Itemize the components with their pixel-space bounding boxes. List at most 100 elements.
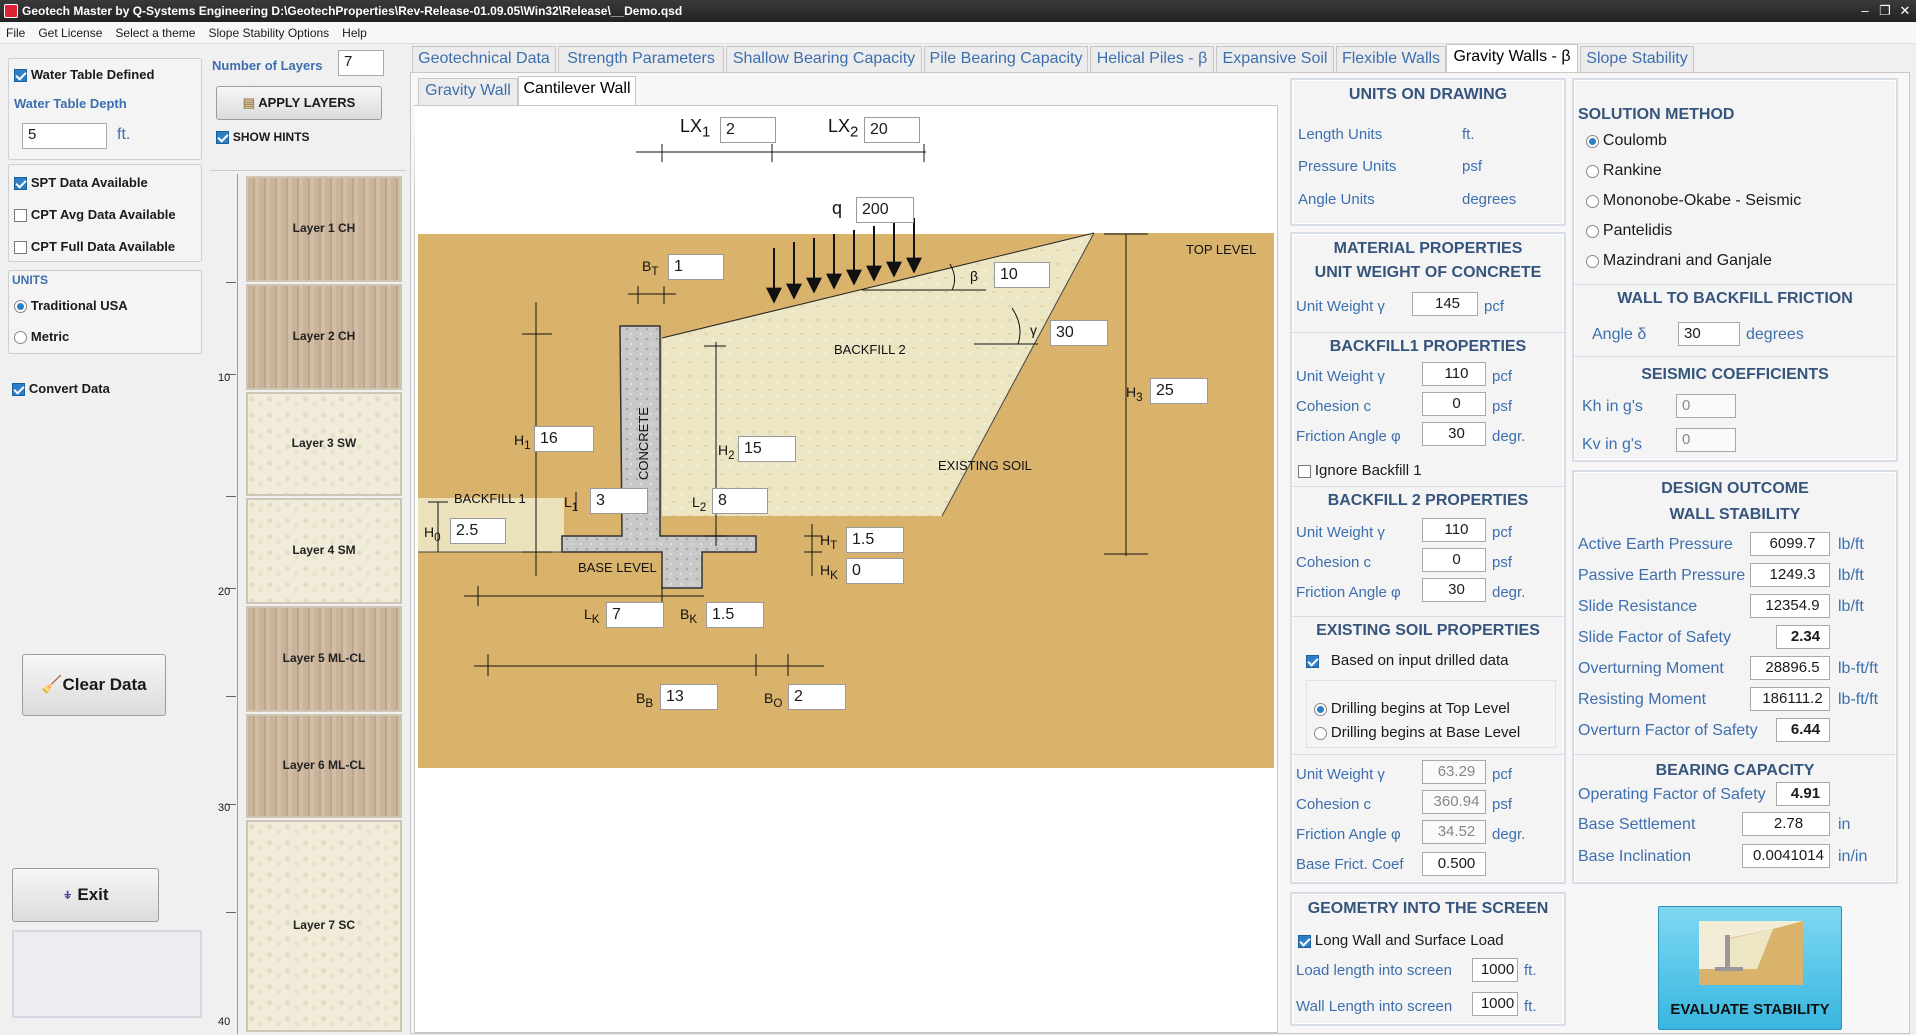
subtab-cantilever-wall[interactable]: Cantilever Wall — [518, 76, 636, 106]
tab-helical-piles[interactable]: Helical Piles - β — [1090, 46, 1214, 72]
bt-input[interactable]: 1 — [668, 254, 724, 280]
l2-input[interactable]: 8 — [712, 488, 768, 514]
show-hints-checkbox[interactable]: SHOW HINTS — [216, 128, 310, 144]
beta-input[interactable]: 10 — [994, 262, 1050, 288]
cpt-full-checkbox[interactable]: CPT Full Data Available — [14, 238, 175, 254]
concrete-unit-weight-input[interactable]: 145 — [1412, 292, 1478, 316]
units-usa-radio[interactable]: Traditional USA — [14, 297, 128, 313]
water-table-depth-input[interactable]: 5 — [22, 123, 107, 149]
minimize-icon[interactable]: – — [1856, 2, 1874, 20]
checkbox-icon — [14, 208, 27, 222]
layer-block[interactable]: Layer 2 CH — [246, 284, 402, 390]
tab-slope-stability[interactable]: Slope Stability — [1580, 46, 1694, 72]
layer-block[interactable]: Layer 5 ML-CL — [246, 606, 402, 712]
ht-text: H — [820, 532, 831, 548]
tab-geotechnical-data[interactable]: Geotechnical Data — [412, 46, 556, 72]
wall-length-input[interactable]: 1000 — [1472, 992, 1518, 1016]
wall-friction-title: WALL TO BACKFILL FRICTION — [1617, 290, 1853, 307]
layer-block[interactable]: Layer 1 CH — [246, 176, 402, 282]
method-coulomb-radio[interactable]: Coulomb — [1586, 132, 1667, 150]
h0-input[interactable]: 2.5 — [450, 518, 506, 544]
l1-input[interactable]: 3 — [590, 488, 648, 514]
h3-input[interactable]: 25 — [1150, 378, 1208, 404]
units-metric-radio[interactable]: Metric — [14, 328, 69, 344]
divider — [1292, 616, 1564, 617]
layer-block[interactable]: Layer 7 SC — [246, 820, 402, 1032]
subtab-gravity-wall[interactable]: Gravity Wall — [418, 78, 518, 105]
clear-data-button[interactable]: 🧹Clear Data — [22, 654, 166, 716]
ex-cohesion-input[interactable]: 360.94 — [1422, 790, 1486, 814]
delta-angle-input[interactable]: 30 — [1678, 322, 1740, 346]
checkbox-icon — [12, 382, 25, 396]
method-mononobe-radio[interactable]: Mononobe-Okabe - Seismic — [1586, 192, 1801, 210]
drilling-top-radio[interactable]: Drilling begins at Top Level — [1314, 700, 1510, 717]
lx2-input[interactable]: 20 — [864, 117, 920, 143]
slide-fos-value: 2.34 — [1776, 625, 1830, 649]
bf1-unit-weight-input[interactable]: 110 — [1422, 362, 1486, 386]
kh-input[interactable]: 0 — [1676, 394, 1736, 418]
bf2-cohesion-input[interactable]: 0 — [1422, 548, 1486, 572]
menu-select-theme[interactable]: Select a theme — [109, 22, 202, 40]
bo-input[interactable]: 2 — [788, 684, 846, 710]
water-table-checkbox[interactable]: Water Table Defined — [14, 66, 154, 82]
load-length-label: Load length into screen — [1296, 962, 1452, 979]
h1-input[interactable]: 16 — [534, 426, 594, 452]
exit-button[interactable]: ⍖ Exit — [12, 868, 159, 922]
hk-input[interactable]: 0 — [846, 558, 904, 584]
layer-block[interactable]: Layer 6 ML-CL — [246, 714, 402, 818]
tab-expansive-soil[interactable]: Expansive Soil — [1216, 46, 1334, 72]
h3-text: H — [1126, 384, 1137, 400]
drilling-base-radio[interactable]: Drilling begins at Base Level — [1314, 724, 1520, 741]
gamma-input[interactable]: 30 — [1050, 320, 1108, 346]
close-icon[interactable]: ✕ — [1896, 2, 1914, 20]
menu-get-license[interactable]: Get License — [32, 22, 109, 40]
bf2-unit-weight-input[interactable]: 110 — [1422, 518, 1486, 542]
ht-input[interactable]: 1.5 — [846, 527, 904, 553]
q-input[interactable]: 200 — [856, 197, 914, 223]
tab-flexible-walls[interactable]: Flexible Walls — [1336, 46, 1446, 72]
base-level-label: BASE LEVEL — [578, 560, 657, 575]
method-pantelidis-radio[interactable]: Pantelidis — [1586, 222, 1672, 240]
cpt-avg-checkbox[interactable]: CPT Avg Data Available — [14, 206, 176, 222]
tab-pile-bearing[interactable]: Pile Bearing Capacity — [924, 46, 1088, 72]
lk-input[interactable]: 7 — [606, 602, 664, 628]
kv-input[interactable]: 0 — [1676, 428, 1736, 452]
apply-layers-button[interactable]: ▤ APPLY LAYERS — [216, 86, 382, 120]
ignore-backfill1-checkbox[interactable]: Ignore Backfill 1 — [1298, 462, 1422, 479]
method-mazindrani-radio[interactable]: Mazindrani and Ganjale — [1586, 252, 1772, 270]
bf1-friction-input[interactable]: 30 — [1422, 422, 1486, 446]
method-rankine-radio[interactable]: Rankine — [1586, 162, 1662, 180]
number-of-layers-input[interactable]: 7 — [338, 50, 384, 76]
based-on-drilled-checkbox[interactable]: Based on input drilled data — [1306, 652, 1509, 669]
menu-slope-options[interactable]: Slope Stability Options — [202, 22, 336, 40]
layer-block[interactable]: Layer 4 SM — [246, 498, 402, 604]
bb-input[interactable]: 13 — [660, 684, 718, 710]
tab-strength-parameters[interactable]: Strength Parameters — [558, 46, 724, 72]
tab-shallow-bearing[interactable]: Shallow Bearing Capacity — [726, 46, 922, 72]
ex-unit-weight-input[interactable]: 63.29 — [1422, 760, 1486, 784]
restore-icon[interactable]: ❐ — [1876, 2, 1894, 20]
bf2-friction-input[interactable]: 30 — [1422, 578, 1486, 602]
base-friction-input[interactable]: 0.500 — [1422, 852, 1486, 876]
convert-data-checkbox[interactable]: Convert Data — [12, 380, 110, 396]
ex-friction-input[interactable]: 34.52 — [1422, 820, 1486, 844]
menu-file[interactable]: File — [0, 22, 32, 40]
load-length-input[interactable]: 1000 — [1472, 958, 1518, 982]
long-wall-checkbox[interactable]: Long Wall and Surface Load — [1298, 932, 1504, 949]
evaluate-stability-button[interactable]: EVALUATE STABILITY — [1658, 906, 1842, 1030]
radio-icon — [14, 330, 27, 344]
ruler-tick — [226, 696, 236, 697]
bk-input[interactable]: 1.5 — [706, 602, 764, 628]
h2-input[interactable]: 15 — [738, 436, 796, 462]
radio-icon — [1314, 726, 1327, 740]
spt-checkbox[interactable]: SPT Data Available — [14, 174, 148, 190]
layer-block[interactable]: Layer 3 SW — [246, 392, 402, 496]
lx1-input[interactable]: 2 — [720, 117, 776, 143]
bf1-cohesion-input[interactable]: 0 — [1422, 392, 1486, 416]
number-of-layers-label: Number of Layers — [212, 58, 323, 73]
tab-gravity-walls[interactable]: Gravity Walls - β — [1446, 44, 1578, 73]
solution-panel: SOLUTION METHOD Coulomb Rankine Mononobe… — [1572, 78, 1898, 462]
menu-help[interactable]: Help — [336, 22, 374, 40]
concrete-label: CONCRETE — [636, 407, 651, 480]
concrete-unit-weight-label: Unit Weight γ — [1296, 298, 1385, 315]
